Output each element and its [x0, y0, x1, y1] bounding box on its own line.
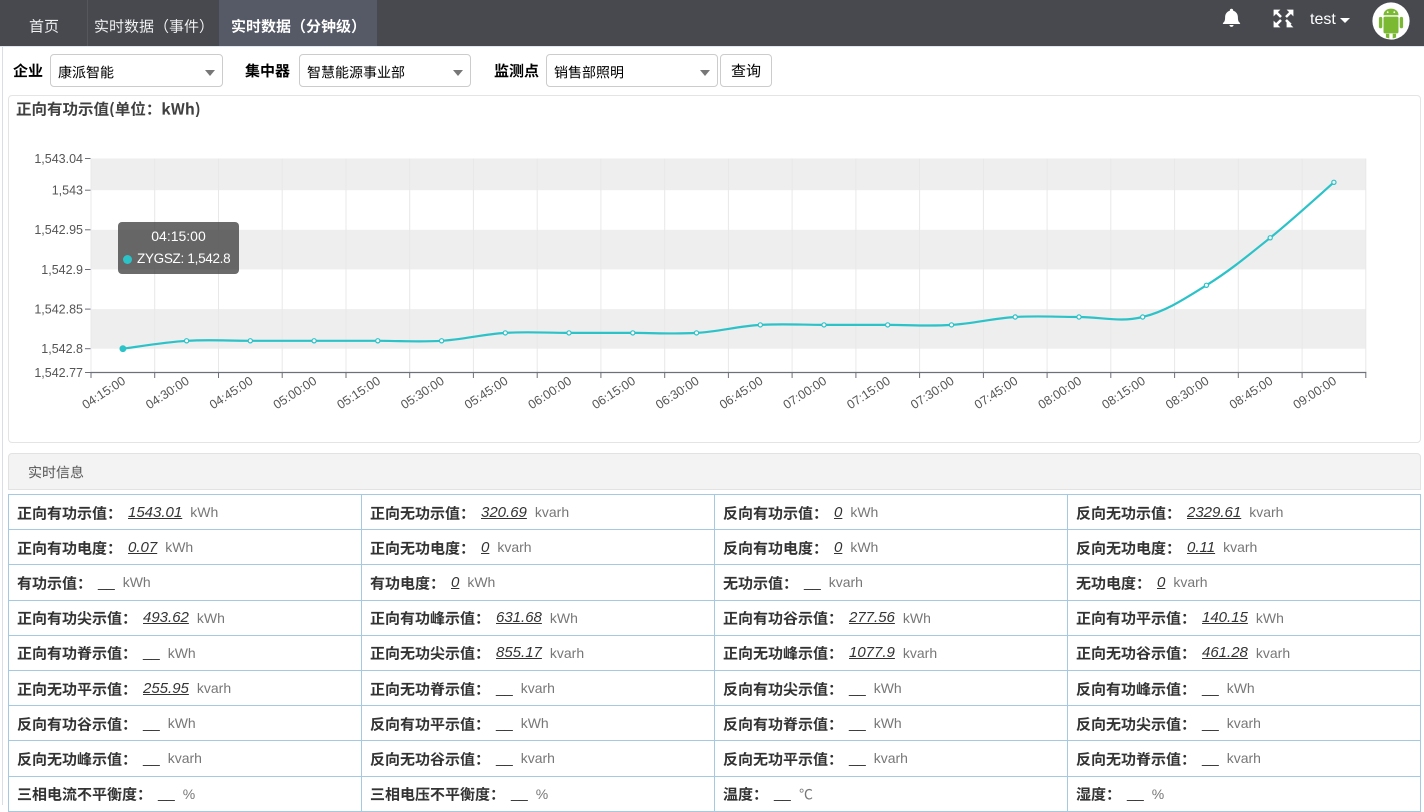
- svg-text:06:45:00: 06:45:00: [717, 374, 765, 412]
- svg-text:1,542.95: 1,542.95: [34, 223, 83, 237]
- svg-text:07:45:00: 07:45:00: [972, 374, 1020, 412]
- svg-text:04:15:00: 04:15:00: [80, 374, 128, 412]
- svg-text:04:45:00: 04:45:00: [207, 374, 255, 412]
- svg-text:05:45:00: 05:45:00: [462, 374, 510, 412]
- svg-text:06:15:00: 06:15:00: [589, 374, 637, 412]
- svg-text:08:15:00: 08:15:00: [1099, 374, 1147, 412]
- svg-text:08:45:00: 08:45:00: [1227, 374, 1275, 412]
- svg-text:1,542.77: 1,542.77: [34, 366, 83, 380]
- svg-text:06:30:00: 06:30:00: [653, 374, 701, 412]
- svg-text:08:00:00: 08:00:00: [1036, 374, 1084, 412]
- svg-text:1,542.8: 1,542.8: [41, 342, 83, 356]
- svg-text:05:15:00: 05:15:00: [334, 374, 382, 412]
- svg-text:08:30:00: 08:30:00: [1163, 374, 1211, 412]
- svg-text:1,542.9: 1,542.9: [41, 263, 83, 277]
- svg-text:1,543.04: 1,543.04: [34, 152, 83, 166]
- svg-text:1,543: 1,543: [52, 184, 83, 198]
- svg-text:04:30:00: 04:30:00: [143, 374, 191, 412]
- svg-text:07:30:00: 07:30:00: [908, 374, 956, 412]
- svg-text:05:30:00: 05:30:00: [398, 374, 446, 412]
- svg-text:06:00:00: 06:00:00: [526, 374, 574, 412]
- svg-text:1,542.85: 1,542.85: [34, 303, 83, 317]
- svg-text:07:15:00: 07:15:00: [844, 374, 892, 412]
- svg-text:09:00:00: 09:00:00: [1291, 374, 1339, 412]
- svg-text:05:00:00: 05:00:00: [271, 374, 319, 412]
- svg-text:07:00:00: 07:00:00: [781, 374, 829, 412]
